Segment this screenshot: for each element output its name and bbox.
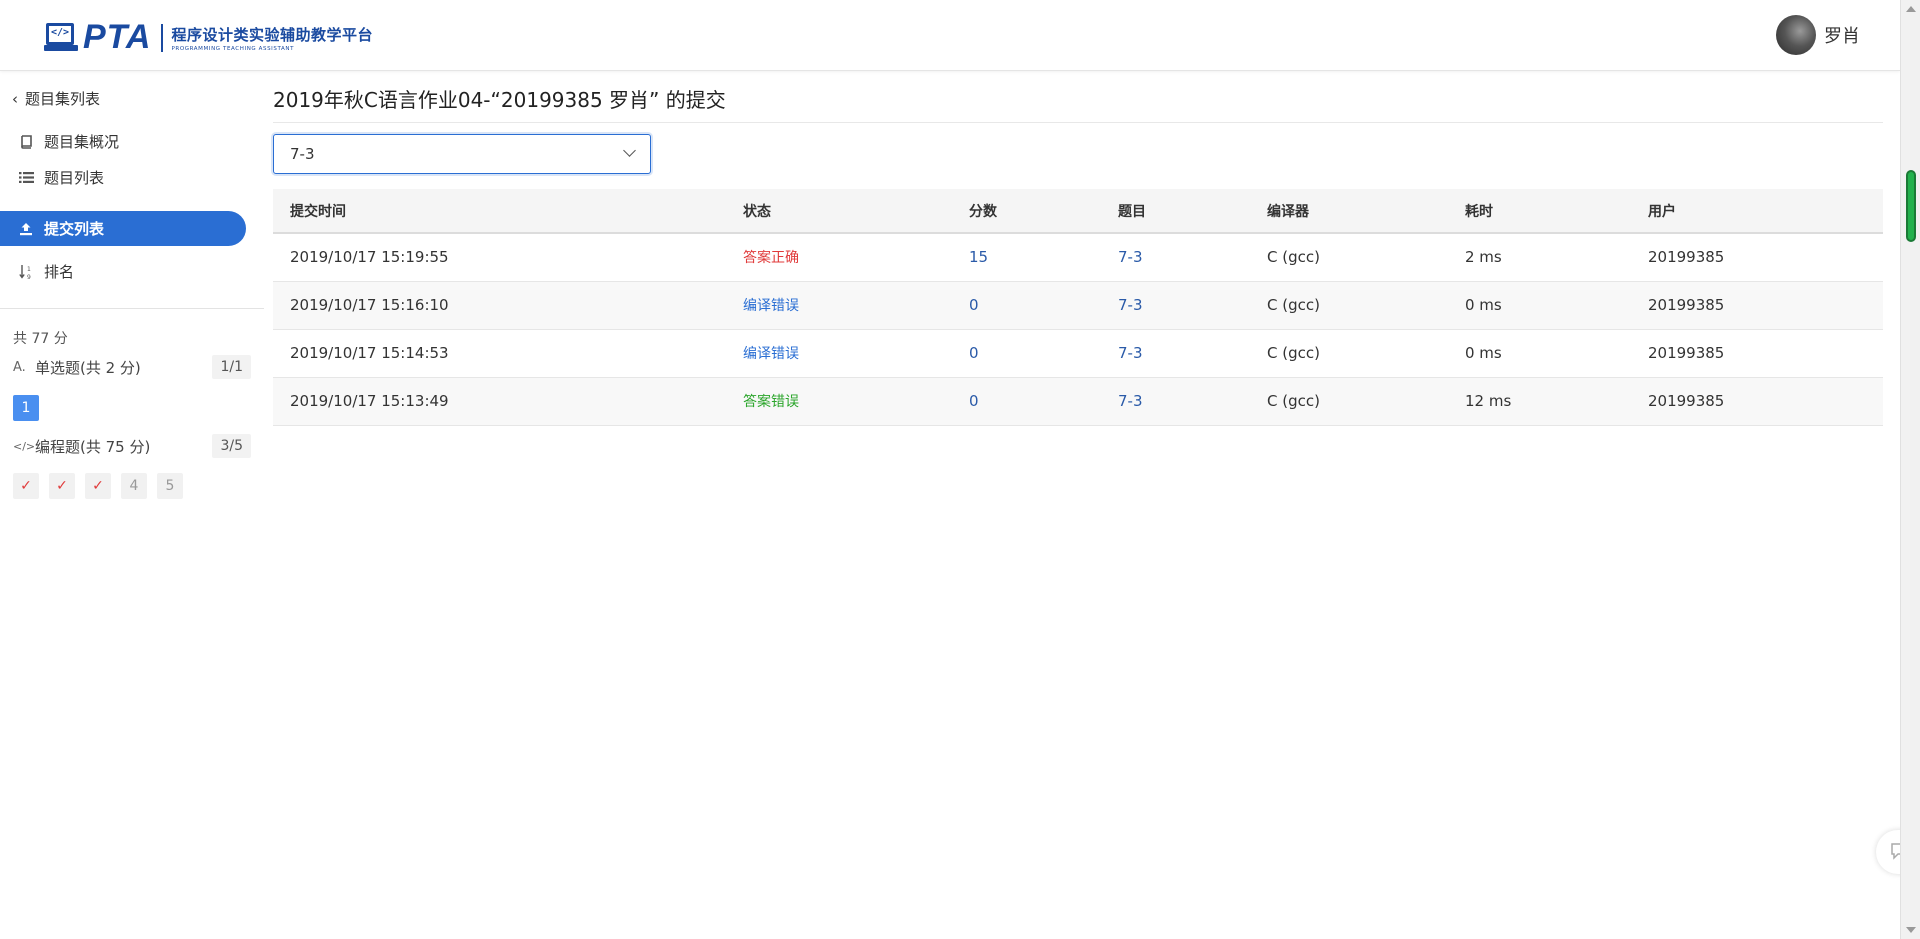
elapsed-time: 12 ms xyxy=(1448,377,1631,426)
sidebar-item-label: 题目集概况 xyxy=(44,133,120,151)
scrollbar-thumb[interactable] xyxy=(1906,170,1916,242)
table-header-row: 提交时间 状态 分数 题目 编译器 耗时 用户 xyxy=(273,189,1883,234)
column-header: 耗时 xyxy=(1448,189,1631,234)
problem-box-solved[interactable]: ✓ xyxy=(85,473,111,499)
status-link[interactable]: 编译错误 xyxy=(743,298,799,314)
compiler: C (gcc) xyxy=(1250,281,1448,330)
table-row: 2019/10/17 15:19:55 答案正确 15 7-3 C (gcc) … xyxy=(273,233,1883,282)
section-programming: </> 编程题(共 75 分) 3/5 xyxy=(13,434,251,458)
list-icon xyxy=(18,170,34,186)
column-header: 编译器 xyxy=(1250,189,1448,234)
section-single-choice: A. 单选题(共 2 分) 1/1 xyxy=(13,355,251,379)
svg-text:1: 1 xyxy=(27,266,31,273)
elapsed-time: 0 ms xyxy=(1448,329,1631,378)
problem-select[interactable]: 7-3 xyxy=(273,134,651,174)
chevron-left-icon: ‹ xyxy=(12,89,18,108)
submit-time: 2019/10/17 15:19:55 xyxy=(273,233,726,282)
section-title: 单选题(共 2 分) xyxy=(35,358,141,377)
section-title: 编程题(共 75 分) xyxy=(35,437,151,456)
logo-text: PTA xyxy=(83,18,152,56)
scroll-down-arrow-icon[interactable] xyxy=(1906,927,1916,933)
sidebar-item-problems[interactable]: 题目列表 xyxy=(0,160,246,195)
sidebar: ‹ 题目集列表 题目集概况 题目列表 提交列表 19 排名 共 77 分 A. … xyxy=(0,72,264,939)
section-progress: 1/1 xyxy=(212,355,251,379)
choice-icon: A. xyxy=(13,359,26,375)
sidebar-item-label: 题目列表 xyxy=(44,169,105,187)
table-row: 2019/10/17 15:13:49 答案错误 0 7-3 C (gcc) 1… xyxy=(273,377,1883,426)
svg-text:9: 9 xyxy=(27,274,31,280)
sort-icon: 19 xyxy=(18,264,34,280)
submissions-table: 提交时间 状态 分数 题目 编译器 耗时 用户 2019/10/17 15:19… xyxy=(273,189,1883,426)
problem-box[interactable]: 1 xyxy=(13,395,39,421)
problem-box-solved[interactable]: ✓ xyxy=(49,473,75,499)
column-header: 题目 xyxy=(1101,189,1250,234)
top-header: </> PTA 程序设计类实验辅助教学平台 PROGRAMMING TEACHI… xyxy=(0,0,1900,71)
score-value: 0 xyxy=(969,392,979,410)
status-link[interactable]: 编译错误 xyxy=(743,346,799,362)
problem-link[interactable]: 7-3 xyxy=(1118,248,1143,266)
elapsed-time: 0 ms xyxy=(1448,281,1631,330)
submit-time: 2019/10/17 15:14:53 xyxy=(273,329,726,378)
avatar[interactable] xyxy=(1776,15,1816,55)
pta-logo[interactable]: </> PTA 程序设计类实验辅助教学平台 PROGRAMMING TEACHI… xyxy=(44,18,373,57)
logo-chinese-name: 程序设计类实验辅助教学平台 xyxy=(171,25,373,44)
column-header: 分数 xyxy=(952,189,1101,234)
user-id: 20199385 xyxy=(1631,233,1883,282)
problem-box[interactable]: 5 xyxy=(157,473,183,499)
score-value: 0 xyxy=(969,344,979,362)
code-icon: </> xyxy=(13,439,36,453)
logo-divider xyxy=(161,23,164,52)
upload-icon xyxy=(18,221,34,237)
user-id: 20199385 xyxy=(1631,329,1883,378)
sidebar-item-label: 排名 xyxy=(44,263,75,281)
code-monitor-icon: </> xyxy=(44,22,78,53)
sidebar-divider xyxy=(0,308,264,309)
problem-select-value: 7-3 xyxy=(290,145,315,163)
section-progress: 3/5 xyxy=(212,434,251,458)
elapsed-time: 2 ms xyxy=(1448,233,1631,282)
page-title: 2019年秋C语言作业04-“20199385 罗肖” 的提交 xyxy=(273,88,726,112)
book-icon xyxy=(18,134,34,150)
sidebar-item-label: 提交列表 xyxy=(44,220,105,238)
table-row: 2019/10/17 15:14:53 编译错误 0 7-3 C (gcc) 0… xyxy=(273,329,1883,378)
chevron-down-icon xyxy=(623,144,636,157)
user-id: 20199385 xyxy=(1631,281,1883,330)
user-name[interactable]: 罗肖 xyxy=(1824,22,1860,48)
table-row: 2019/10/17 15:16:10 编译错误 0 7-3 C (gcc) 0… xyxy=(273,281,1883,330)
sidebar-item-submissions[interactable]: 提交列表 xyxy=(0,211,246,246)
programming-boxes: ✓ ✓ ✓ 4 5 xyxy=(13,473,183,499)
sidebar-item-ranking[interactable]: 19 排名 xyxy=(0,254,246,289)
problem-box-solved[interactable]: ✓ xyxy=(13,473,39,499)
column-header: 用户 xyxy=(1631,189,1883,234)
problem-link[interactable]: 7-3 xyxy=(1118,344,1143,362)
column-header: 提交时间 xyxy=(273,189,726,234)
user-id: 20199385 xyxy=(1631,377,1883,426)
problem-link[interactable]: 7-3 xyxy=(1118,392,1143,410)
submit-time: 2019/10/17 15:16:10 xyxy=(273,281,726,330)
scroll-up-arrow-icon[interactable] xyxy=(1906,6,1916,12)
compiler: C (gcc) xyxy=(1250,233,1448,282)
sidebar-item-overview[interactable]: 题目集概况 xyxy=(0,124,246,159)
problem-link[interactable]: 7-3 xyxy=(1118,296,1143,314)
submit-time: 2019/10/17 15:13:49 xyxy=(273,377,726,426)
status-link[interactable]: 答案错误 xyxy=(743,394,799,410)
back-to-problem-sets-link[interactable]: ‹ 题目集列表 xyxy=(12,88,100,109)
status-link[interactable]: 答案正确 xyxy=(743,250,799,266)
logo-english-name: PROGRAMMING TEACHING ASSISTANT xyxy=(171,45,295,52)
total-score: 共 77 分 xyxy=(13,331,68,347)
score-value: 0 xyxy=(969,296,979,314)
column-header: 状态 xyxy=(726,189,952,234)
user-menu[interactable]: 罗肖 xyxy=(1776,15,1860,55)
single-choice-boxes: 1 xyxy=(13,395,39,421)
problem-box[interactable]: 4 xyxy=(121,473,147,499)
compiler: C (gcc) xyxy=(1250,377,1448,426)
compiler: C (gcc) xyxy=(1250,329,1448,378)
title-divider xyxy=(273,122,1883,123)
score-value: 15 xyxy=(969,248,989,267)
page-scrollbar[interactable] xyxy=(1900,0,1920,939)
back-label: 题目集列表 xyxy=(25,90,101,108)
